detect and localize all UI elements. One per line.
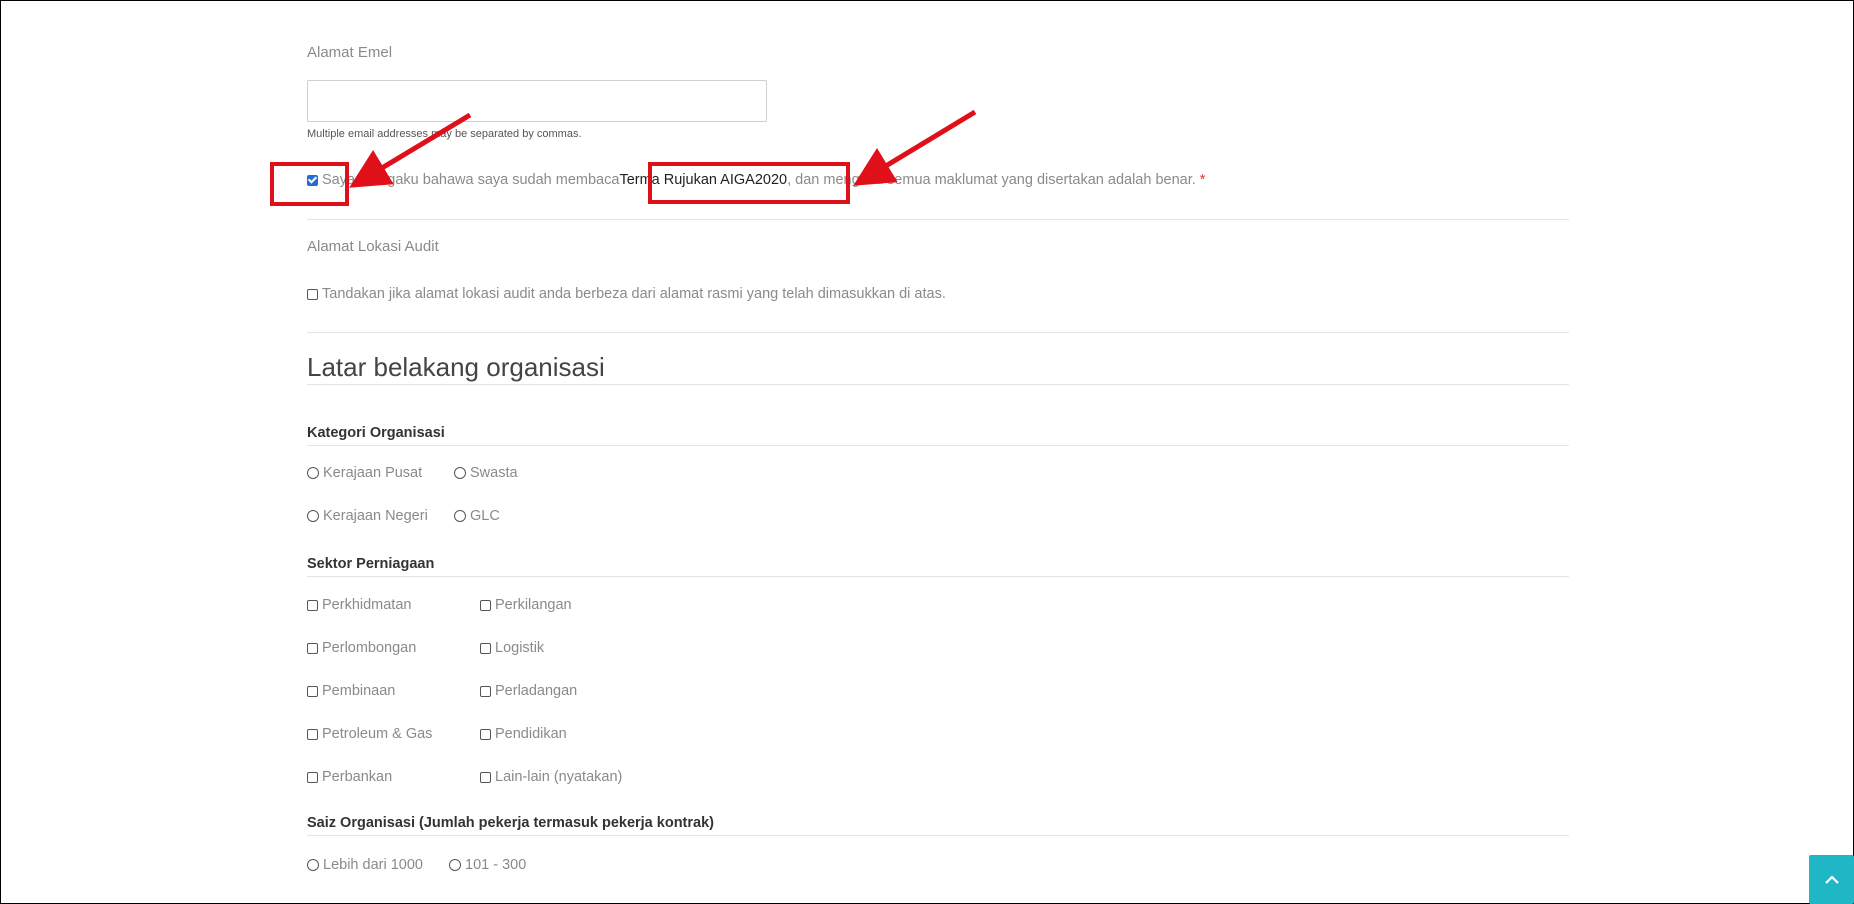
checkbox[interactable] xyxy=(480,685,491,697)
radio-button[interactable] xyxy=(307,467,319,479)
audit-location-label: Alamat Lokasi Audit xyxy=(307,238,439,255)
sector-option-label: Perlombongan xyxy=(322,640,417,656)
sector-option-label: Pembinaan xyxy=(322,683,396,699)
screenshot-frame xyxy=(0,0,1854,904)
sector-option[interactable]: Perkhidmatan xyxy=(307,597,411,613)
required-mark: * xyxy=(1199,172,1206,188)
radio-button[interactable] xyxy=(307,510,319,522)
annotation-box-terms-link xyxy=(648,162,850,204)
category-option[interactable]: GLC xyxy=(454,508,500,524)
email-help-text: Multiple email addresses may be separate… xyxy=(307,128,582,140)
sector-option[interactable]: Perladangan xyxy=(480,683,577,699)
checkbox[interactable] xyxy=(307,642,318,654)
category-option-label: Kerajaan Negeri xyxy=(323,508,428,524)
checkbox[interactable] xyxy=(307,728,318,740)
sector-option[interactable]: Logistik xyxy=(480,640,544,656)
category-option[interactable]: Swasta xyxy=(454,465,518,481)
category-option-label: Kerajaan Pusat xyxy=(323,465,423,481)
scroll-to-top-button[interactable] xyxy=(1809,855,1854,904)
checkbox[interactable] xyxy=(307,599,318,611)
sector-label: Sektor Perniagaan xyxy=(307,556,435,572)
sector-option[interactable]: Perlombongan xyxy=(307,640,416,656)
divider xyxy=(307,332,1569,333)
email-label: Alamat Emel xyxy=(307,44,393,61)
sector-option[interactable]: Perkilangan xyxy=(480,597,572,613)
checkbox[interactable] xyxy=(480,599,491,611)
sector-option[interactable]: Perbankan xyxy=(307,769,392,785)
size-option-label: 101 - 300 xyxy=(465,857,527,873)
sector-option[interactable]: Pembinaan xyxy=(307,683,395,699)
radio-button[interactable] xyxy=(454,467,466,479)
category-option[interactable]: Kerajaan Pusat xyxy=(307,465,422,481)
sector-option-label: Logistik xyxy=(495,640,545,656)
email-field[interactable] xyxy=(307,80,767,122)
category-option-label: Swasta xyxy=(470,465,518,481)
size-label: Saiz Organisasi (Jumlah pekerja termasuk… xyxy=(307,815,714,831)
category-label: Kategori Organisasi xyxy=(307,425,445,441)
checkbox[interactable] xyxy=(480,728,491,740)
size-option-label: Lebih dari 1000 xyxy=(323,857,423,873)
checkbox[interactable] xyxy=(480,642,491,654)
checkbox[interactable] xyxy=(480,771,491,783)
section-underline xyxy=(307,384,1569,385)
sector-option-label: Lain-lain (nyatakan) xyxy=(495,769,623,785)
size-option[interactable]: 101 - 300 xyxy=(449,857,526,873)
declaration-text-before: Saya mengaku bahawa saya sudah membaca xyxy=(322,172,620,188)
sector-option-label: Petroleum & Gas xyxy=(322,726,433,742)
radio-button[interactable] xyxy=(449,859,461,871)
checkbox[interactable] xyxy=(307,771,318,783)
audit-location-checkbox[interactable] xyxy=(307,288,318,300)
sector-option[interactable]: Lain-lain (nyatakan) xyxy=(480,769,622,785)
category-option-label: GLC xyxy=(470,508,500,524)
sector-option-label: Perbankan xyxy=(322,769,393,785)
divider xyxy=(307,219,1569,220)
sector-option[interactable]: Pendidikan xyxy=(480,726,567,742)
audit-location-row: Tandakan jika alamat lokasi audit anda b… xyxy=(307,286,946,302)
chevron-up-icon xyxy=(1824,874,1839,884)
checkbox[interactable] xyxy=(307,685,318,697)
category-option[interactable]: Kerajaan Negeri xyxy=(307,508,428,524)
size-option[interactable]: Lebih dari 1000 xyxy=(307,857,423,873)
sector-option-label: Perkhidmatan xyxy=(322,597,412,613)
radio-button[interactable] xyxy=(307,859,319,871)
sector-option-label: Pendidikan xyxy=(495,726,567,742)
size-underline xyxy=(307,835,1569,836)
section-title: Latar belakang organisasi xyxy=(307,352,605,382)
sector-underline xyxy=(307,576,1569,577)
sector-option-label: Perkilangan xyxy=(495,597,572,613)
category-underline xyxy=(307,445,1569,446)
audit-location-checkbox-label: Tandakan jika alamat lokasi audit anda b… xyxy=(322,286,946,302)
sector-option[interactable]: Petroleum & Gas xyxy=(307,726,432,742)
annotation-box-checkbox xyxy=(270,162,349,206)
sector-option-label: Perladangan xyxy=(495,683,578,699)
radio-button[interactable] xyxy=(454,510,466,522)
